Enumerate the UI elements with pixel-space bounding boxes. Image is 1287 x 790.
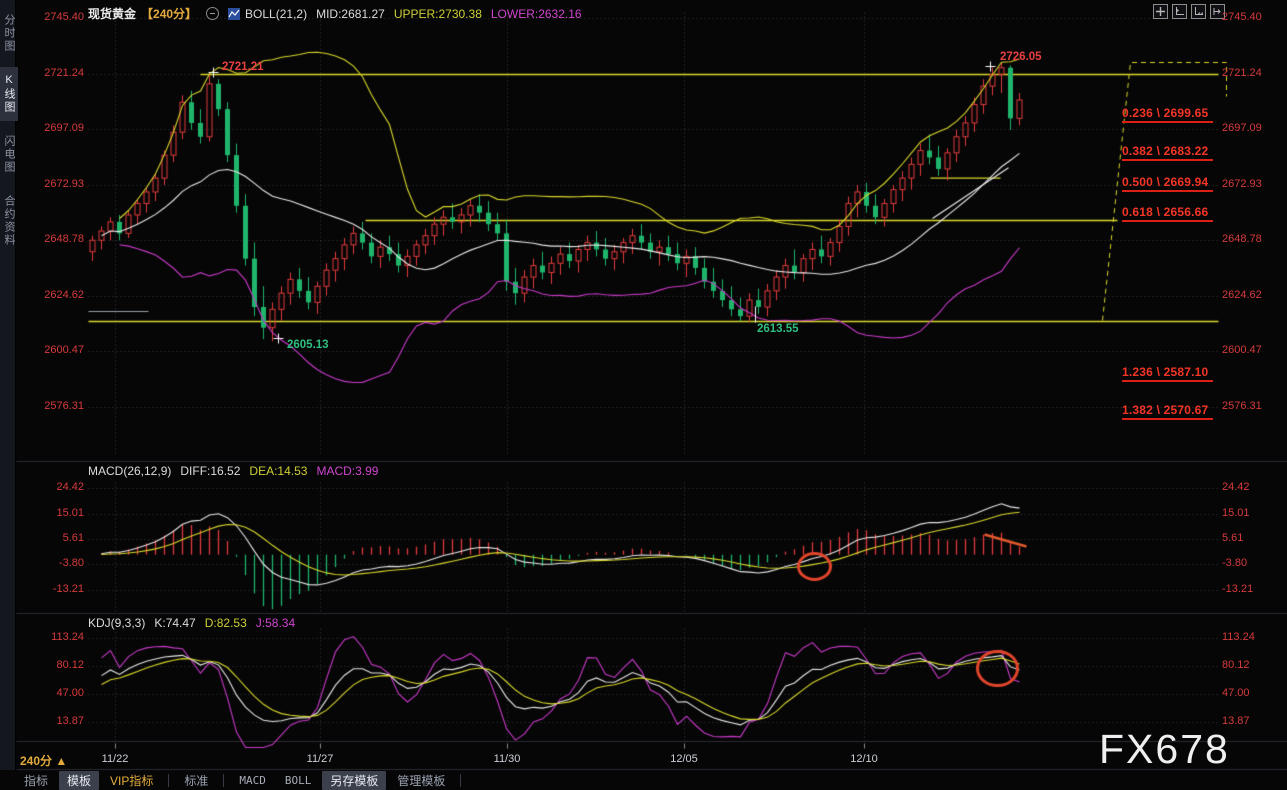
macd-axis-tick-left: -13.21	[30, 583, 84, 595]
fib-retracement-label: 0.500 \ 2669.94	[1122, 175, 1213, 192]
main-axis-tick-left: 2672.93	[30, 178, 84, 190]
bottom-toolbar: 指标模板VIP指标标准 MACDBOLL另存模板管理模板	[16, 771, 465, 790]
date-axis-tick: 11/22	[102, 753, 129, 765]
kdj-axis-tick-right: 113.24	[1222, 631, 1255, 643]
macd-diff-value: DIFF:16.52	[180, 464, 240, 478]
dropdown-arrow-icon: ▲	[55, 754, 67, 768]
main-axis-tick-left: 2745.40	[30, 11, 84, 23]
kdj-axis-tick-left: 47.00	[30, 687, 84, 699]
main-axis-tick-left: 2721.24	[30, 67, 84, 79]
kline-chart-icon	[228, 8, 240, 20]
macd-axis-tick-left: 5.61	[30, 532, 84, 544]
kdj-axis-tick-left: 13.87	[30, 715, 84, 727]
sidebar-item-timeshare[interactable]: 分时图	[0, 7, 18, 60]
indicator-button[interactable]: 指标	[16, 771, 56, 790]
sidebar-item-lightning[interactable]: 闪电图	[0, 128, 18, 181]
toolbar-separator	[460, 774, 461, 787]
save-template-button[interactable]: 另存模板	[322, 771, 386, 790]
fib-retracement-label: 0.382 \ 2683.22	[1122, 144, 1213, 161]
main-axis-tick-left: 2576.31	[30, 400, 84, 412]
main-axis-tick-right: 2745.40	[1222, 11, 1262, 23]
period-label: 【240分】	[141, 5, 197, 22]
date-axis-tick: 11/27	[307, 753, 334, 765]
fib-retracement-label: 1.236 \ 2587.10	[1122, 365, 1213, 382]
boll-label: BOLL(21,2)	[245, 7, 307, 21]
fib-retracement-label: 0.236 \ 2699.65	[1122, 106, 1213, 123]
date-axis-tick: 12/05	[670, 753, 698, 765]
boll-lower-value: LOWER:2632.16	[491, 7, 582, 21]
boll-button[interactable]: BOLL	[277, 773, 320, 788]
boll-mid-value: MID:2681.27	[316, 7, 385, 21]
move-tool-icon[interactable]	[1153, 4, 1168, 19]
toolbar-separator	[223, 774, 224, 787]
symbol-name: 现货黄金	[88, 5, 136, 22]
kdj-header: KDJ(9,3,3) K:74.47 D:82.53 J:58.34	[88, 616, 295, 630]
sidebar-item-kline[interactable]: K线图	[0, 67, 18, 121]
macd-axis-tick-left: -3.80	[30, 557, 84, 569]
kdj-j-value: J:58.34	[256, 616, 295, 630]
period-selector[interactable]: 240分 ▲	[20, 752, 67, 769]
kdj-k-value: K:74.47	[154, 616, 195, 630]
vip-indicator-button[interactable]: VIP指标	[102, 771, 161, 790]
main-axis-tick-right: 2624.62	[1222, 289, 1262, 301]
macd-dea-value: DEA:14.53	[249, 464, 307, 478]
standard-button[interactable]: 标准	[176, 771, 216, 790]
macd-axis-tick-right: -13.21	[1222, 583, 1253, 595]
chart-type-sidebar: 分时图 K线图 闪电图 合约资料	[0, 0, 16, 770]
price-annotation: 2613.55	[757, 323, 799, 335]
date-axis-tick: 12/10	[850, 753, 878, 765]
trading-terminal: 分时图 K线图 闪电图 合约资料 现货黄金 【240分】 BOLL(21,2) …	[0, 0, 1287, 790]
xaxis-scale-icon[interactable]	[1191, 4, 1206, 19]
manage-template-button[interactable]: 管理模板	[389, 771, 453, 790]
macd-axis-tick-left: 24.42	[30, 481, 84, 493]
kdj-axis-tick-right: 47.00	[1222, 687, 1250, 699]
price-annotation: 2721.21	[222, 61, 264, 73]
sidebar-item-contract-info[interactable]: 合约资料	[0, 188, 18, 254]
macd-axis-tick-right: -3.80	[1222, 557, 1247, 569]
main-axis-tick-right: 2648.78	[1222, 233, 1262, 245]
main-axis-tick-left: 2697.09	[30, 122, 84, 134]
price-annotation: 2605.13	[287, 339, 329, 351]
main-axis-tick-right: 2697.09	[1222, 122, 1262, 134]
macd-axis-tick-right: 5.61	[1222, 532, 1243, 544]
kdj-axis-tick-right: 80.12	[1222, 659, 1250, 671]
date-axis-tick: 11/30	[494, 753, 521, 765]
fx678-watermark: FX678	[1099, 726, 1230, 773]
template-button[interactable]: 模板	[59, 771, 99, 790]
chart-canvas[interactable]	[0, 0, 1287, 790]
kdj-d-value: D:82.53	[205, 616, 247, 630]
collapse-indicator-icon[interactable]	[206, 7, 219, 20]
toolbar-separator	[168, 774, 169, 787]
kdj-axis-tick-left: 113.24	[30, 631, 84, 643]
macd-axis-tick-right: 24.42	[1222, 481, 1250, 493]
main-axis-tick-left: 2600.47	[30, 344, 84, 356]
macd-axis-tick-left: 15.01	[30, 507, 84, 519]
fib-retracement-label: 1.382 \ 2570.67	[1122, 403, 1213, 420]
main-axis-tick-right: 2721.24	[1222, 67, 1262, 79]
main-axis-tick-left: 2648.78	[30, 233, 84, 245]
fib-retracement-label: 0.618 \ 2656.66	[1122, 205, 1213, 222]
macd-axis-tick-right: 15.01	[1222, 507, 1250, 519]
macd-name: MACD(26,12,9)	[88, 464, 171, 478]
price-annotation: 2726.05	[1000, 51, 1042, 63]
main-axis-tick-right: 2672.93	[1222, 178, 1262, 190]
macd-button[interactable]: MACD	[231, 773, 274, 788]
kdj-axis-tick-left: 80.12	[30, 659, 84, 671]
boll-upper-value: UPPER:2730.38	[394, 7, 482, 21]
main-axis-tick-right: 2576.31	[1222, 400, 1262, 412]
chart-tool-icons	[1153, 4, 1225, 19]
main-axis-tick-right: 2600.47	[1222, 344, 1262, 356]
macd-macd-value: MACD:3.99	[316, 464, 378, 478]
chart-header: 现货黄金 【240分】 BOLL(21,2) MID:2681.27 UPPER…	[88, 5, 582, 22]
main-axis-tick-left: 2624.62	[30, 289, 84, 301]
yaxis-scale-icon[interactable]	[1172, 4, 1187, 19]
macd-header: MACD(26,12,9) DIFF:16.52 DEA:14.53 MACD:…	[88, 464, 378, 478]
kdj-name: KDJ(9,3,3)	[88, 616, 145, 630]
